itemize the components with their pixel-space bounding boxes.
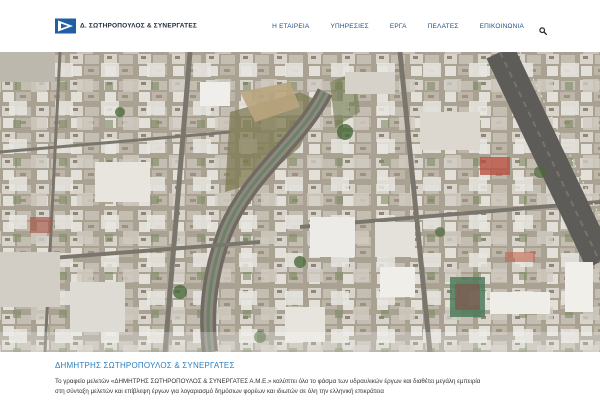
intro-paragraph: Το γραφείο μελετών «ΔΗΜΗΤΡΗΣ ΣΩΤΗΡΟΠΟΥΛΟ…: [55, 377, 555, 397]
hero-aerial-image: [0, 52, 600, 352]
intro-line-1: Το γραφείο μελετών «ΔΗΜΗΤΡΗΣ ΣΩΤΗΡΟΠΟΥΛΟ…: [55, 378, 481, 385]
nav-item-clients[interactable]: ΠΕΛΑΤΕΣ: [428, 23, 459, 30]
site-header: Δ. ΣΩΤΗΡΟΠΟΥΛΟΣ & ΣΥΝΕΡΓΑΤΕΣ Η ΕΤΑΙΡΕΙΑ …: [0, 0, 600, 52]
main-nav: Η ΕΤΑΙΡΕΙΑ ΥΠΗΡΕΣΙΕΣ ΕΡΓΑ ΠΕΛΑΤΕΣ ΕΠΙΚΟΙ…: [272, 22, 548, 36]
nav-item-company[interactable]: Η ΕΤΑΙΡΕΙΑ: [272, 23, 309, 30]
search-icon[interactable]: [539, 22, 548, 36]
intro-section: ΔΗΜΗΤΡΗΣ ΣΩΤΗΡΟΠΟΥΛΟΣ & ΣΥΝΕΡΓΑΤΕΣ Το γρ…: [0, 352, 600, 400]
nav-item-contact[interactable]: ΕΠΙΚΟΙΝΩΝΙΑ: [480, 23, 524, 30]
aerial-city-photo: [0, 52, 600, 352]
logo-text: Δ. ΣΩΤΗΡΟΠΟΥΛΟΣ & ΣΥΝΕΡΓΑΤΕΣ: [80, 22, 197, 30]
nav-item-projects[interactable]: ΕΡΓΑ: [390, 23, 407, 30]
intro-line-2: στη σύνταξη μελετών και επίβλεψη έργων γ…: [55, 388, 384, 395]
logo-mark-icon: [55, 18, 76, 34]
nav-item-services[interactable]: ΥΠΗΡΕΣΙΕΣ: [330, 23, 368, 30]
section-title: ΔΗΜΗΤΡΗΣ ΣΩΤΗΡΟΠΟΥΛΟΣ & ΣΥΝΕΡΓΑΤΕΣ: [55, 361, 235, 370]
logo[interactable]: Δ. ΣΩΤΗΡΟΠΟΥΛΟΣ & ΣΥΝΕΡΓΑΤΕΣ: [55, 18, 197, 34]
